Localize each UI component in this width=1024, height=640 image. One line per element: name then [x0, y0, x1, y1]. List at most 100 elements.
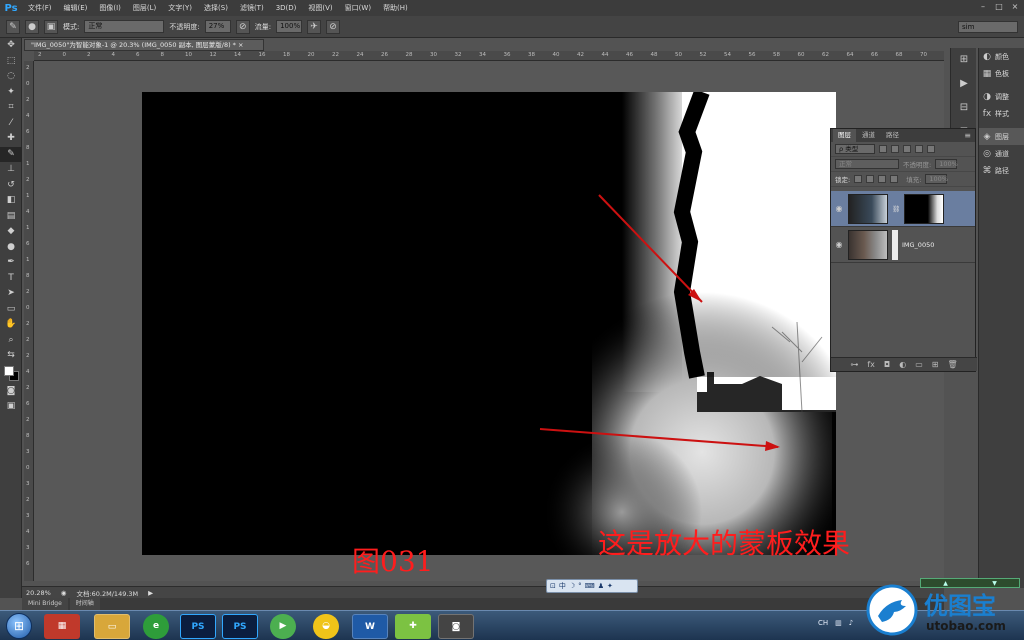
menu-select[interactable]: 选择(S): [198, 0, 234, 16]
flow-field[interactable]: 100%: [276, 20, 303, 33]
tab-timeline[interactable]: 时间轴: [69, 598, 100, 610]
screen-mode-icon[interactable]: ▣: [0, 399, 22, 415]
tab-paths[interactable]: 路径: [881, 129, 904, 142]
menu-type[interactable]: 文字(Y): [162, 0, 198, 16]
document-tab[interactable]: "IMG_0050"为智能对象-1 @ 20.3% (IMG_0050 副本, …: [24, 39, 264, 51]
blend-mode-select[interactable]: 正常: [835, 159, 899, 169]
healing-tool-icon[interactable]: ✚: [0, 131, 22, 147]
menu-window[interactable]: 窗口(W): [339, 0, 377, 16]
dock-styles[interactable]: fx 样式: [979, 105, 1024, 122]
start-button[interactable]: ⊞: [6, 613, 32, 639]
tab-channels[interactable]: 通道: [857, 129, 880, 142]
move-tool-icon[interactable]: ✥: [0, 38, 22, 54]
ime-user-icon[interactable]: ♟: [598, 582, 604, 590]
mode-select[interactable]: 正常: [84, 20, 165, 33]
type-tool-icon[interactable]: T: [0, 271, 22, 287]
taskbar-app-windows-icon[interactable]: ▦: [44, 614, 80, 639]
status-arrow-icon[interactable]: ▶: [148, 589, 153, 597]
menu-file[interactable]: 文件(F): [22, 0, 58, 16]
taskbar-media-icon[interactable]: ▶: [270, 614, 296, 639]
history-brush-tool-icon[interactable]: ↺: [0, 178, 22, 194]
menu-filter[interactable]: 滤镜(T): [234, 0, 270, 16]
menu-3d[interactable]: 3D(D): [270, 0, 303, 16]
dock-color[interactable]: ◐ 颜色: [979, 48, 1024, 65]
gradient-tool-icon[interactable]: ▤: [0, 209, 22, 225]
brush-size-icon[interactable]: ●: [25, 19, 39, 34]
dodge-tool-icon[interactable]: ●: [0, 240, 22, 256]
filter-adjust-icon[interactable]: [891, 145, 899, 153]
taskbar-browser-icon[interactable]: e: [143, 614, 169, 639]
pressure-opacity-icon[interactable]: ⊘: [235, 19, 250, 34]
zoom-tool-icon[interactable]: ⌕: [0, 333, 22, 349]
link-layers-icon[interactable]: ⊶: [850, 360, 858, 369]
ime-tools-icon[interactable]: ✦: [607, 582, 613, 590]
filter-pixel-icon[interactable]: [879, 145, 887, 153]
ime-keyboard-icon[interactable]: ⌨: [585, 582, 595, 590]
dock-swatches[interactable]: ▦ 色板: [979, 65, 1024, 82]
fill-field[interactable]: 100%: [925, 174, 948, 184]
taskbar-plus-icon[interactable]: ✚: [395, 614, 431, 639]
ruler-top[interactable]: 2 0 2 4 6 8 10 12 14 16 18 20 22 24 26 28 30 32 34 36 38 40 42…: [34, 51, 944, 61]
brush-panel-icon-dock[interactable]: ⊟: [951, 96, 977, 120]
eye-icon[interactable]: ◉: [834, 240, 844, 249]
brush-preset-icon[interactable]: ✎: [6, 19, 20, 34]
color-swatches[interactable]: [0, 364, 22, 384]
shape-tool-icon[interactable]: ▭: [0, 302, 22, 318]
dock-channels[interactable]: ◎ 通道: [979, 145, 1024, 162]
filter-shape-icon[interactable]: [915, 145, 923, 153]
swap-colors-icon[interactable]: ⇆: [0, 348, 22, 364]
menu-help[interactable]: 帮助(H): [377, 0, 414, 16]
dock-paths[interactable]: ⌘ 路径: [979, 162, 1024, 179]
airbrush-icon[interactable]: ✈: [307, 19, 322, 34]
pen-tool-icon[interactable]: ✒: [0, 255, 22, 271]
add-mask-icon[interactable]: ◘: [884, 360, 890, 369]
actions-panel-icon[interactable]: ▶: [951, 72, 977, 96]
stamp-tool-icon[interactable]: ⊥: [0, 162, 22, 178]
tab-mini-bridge[interactable]: Mini Bridge: [22, 598, 68, 610]
adjustment-layer-icon[interactable]: ◐: [899, 360, 906, 369]
lock-all-icon[interactable]: [890, 175, 899, 183]
new-group-icon[interactable]: ▭: [915, 360, 923, 369]
lock-transparent-icon[interactable]: [854, 175, 863, 183]
menu-view[interactable]: 视图(V): [302, 0, 338, 16]
pressure-size-icon[interactable]: ⊘: [326, 19, 341, 34]
crop-tool-icon[interactable]: ⌗: [0, 100, 22, 116]
lasso-tool-icon[interactable]: ◌: [0, 69, 22, 85]
tray-lang[interactable]: CH: [818, 619, 828, 627]
filter-type-icon[interactable]: [903, 145, 911, 153]
quick-mask-icon[interactable]: ◙: [0, 384, 22, 400]
document-image[interactable]: [142, 92, 836, 555]
menu-layer[interactable]: 图层(L): [127, 0, 162, 16]
workspace-select[interactable]: sim: [958, 21, 1018, 33]
layer-row[interactable]: ◉ IMG_0050: [831, 227, 975, 263]
foreground-color-swatch[interactable]: [4, 365, 14, 376]
ime-mode[interactable]: 中: [559, 581, 566, 591]
close-icon[interactable]: ×: [1010, 2, 1020, 12]
close-tab-icon[interactable]: ×: [238, 41, 243, 49]
path-select-tool-icon[interactable]: ➤: [0, 286, 22, 302]
layer-mask-thumbnail[interactable]: [904, 193, 945, 224]
dock-layers[interactable]: ◈ 图层: [979, 128, 1024, 145]
eraser-tool-icon[interactable]: ◧: [0, 193, 22, 209]
smart-object-thumbnail[interactable]: [892, 229, 898, 260]
eyedropper-tool-icon[interactable]: ⁄: [0, 116, 22, 132]
layer-thumbnail[interactable]: [848, 229, 888, 260]
ime-moon-icon[interactable]: ☽: [569, 582, 575, 590]
brush-tool-icon[interactable]: ✎: [0, 146, 22, 162]
opacity-field[interactable]: 27%: [204, 20, 231, 33]
minimize-icon[interactable]: –: [978, 2, 988, 12]
maximize-icon[interactable]: □: [994, 2, 1004, 12]
layer-thumbnail[interactable]: [848, 193, 888, 224]
layer-filter-select[interactable]: ρ 类型: [835, 144, 875, 154]
ime-punct-icon[interactable]: °: [578, 582, 582, 590]
layer-row[interactable]: ◉ ⛓: [831, 191, 975, 227]
filter-smart-icon[interactable]: [927, 145, 935, 153]
panel-menu-icon[interactable]: ≡: [964, 131, 971, 140]
eye-icon[interactable]: ◉: [834, 204, 844, 213]
hand-tool-icon[interactable]: ✋: [0, 317, 22, 333]
taskbar-app-icon[interactable]: ◒: [313, 614, 339, 639]
marquee-tool-icon[interactable]: ⬚: [0, 54, 22, 70]
tray-network-icon[interactable]: ▥: [835, 619, 842, 627]
ruler-left[interactable]: 2 0 2 4 6 8 1 2 1 4 1 6 1 8 2 0 2 2 2 4 2 6 2 8 3 0 3 2 3 4 3 6: [24, 61, 34, 581]
taskbar-camera-icon[interactable]: ◙: [438, 614, 474, 639]
